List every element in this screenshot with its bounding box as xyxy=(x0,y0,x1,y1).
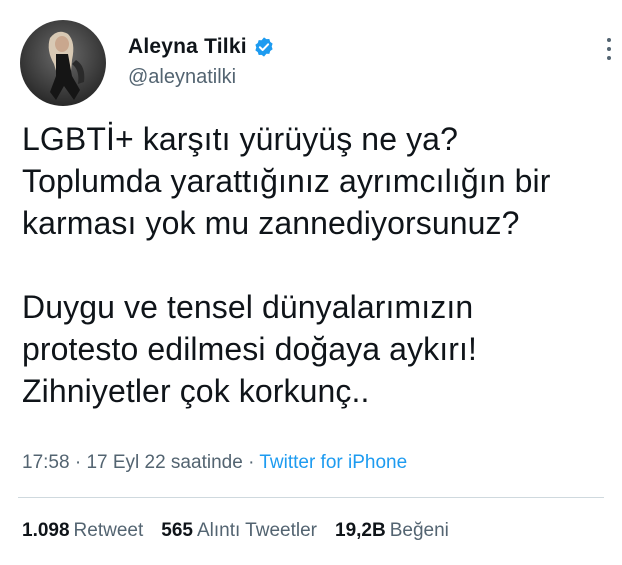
tweet-author: Aleyna Tilki @aleynatilki xyxy=(128,33,275,89)
likes-stat[interactable]: 19,2B Beğeni xyxy=(335,520,449,542)
likes-count: 19,2B xyxy=(335,520,386,541)
quotes-label: Alıntı Tweetler xyxy=(196,520,317,541)
quotes-count: 565 xyxy=(161,520,193,541)
retweets-label: Retweet xyxy=(73,520,144,541)
tweet-card: Aleyna Tilki @aleynatilki LGBTİ+ karşıtı… xyxy=(0,0,622,565)
avatar-image xyxy=(20,20,106,106)
tweet-time[interactable]: 17:58 xyxy=(22,452,70,473)
tweet-metadata: 17:58 · 17 Eyl 22 saatinde · Twitter for… xyxy=(22,452,407,474)
tweet-stats: 1.098 Retweet 565 Alıntı Tweetler 19,2B Beğ… xyxy=(22,520,449,542)
tweet-text-line: protesto edilmesi doğaya aykırı! xyxy=(22,331,477,367)
divider xyxy=(18,497,604,498)
meta-separator: · xyxy=(74,452,82,473)
tweet-text: LGBTİ+ karşıtı yürüyüş ne ya? Toplumda y… xyxy=(22,118,612,412)
meta-separator: · xyxy=(248,452,255,473)
verified-badge-icon xyxy=(253,36,275,58)
avatar[interactable] xyxy=(20,20,106,106)
author-handle[interactable]: @aleynatilki xyxy=(128,66,275,89)
tweet-text-line: Toplumda yarattığınız ayrımcılığın bir xyxy=(22,163,551,199)
retweets-stat[interactable]: 1.098 Retweet xyxy=(22,520,143,542)
retweets-count: 1.098 xyxy=(22,520,70,541)
tweet-text-line: karması yok mu zannediyorsunuz? xyxy=(22,205,520,241)
tweet-text-line: LGBTİ+ karşıtı yürüyüş ne ya? xyxy=(22,121,458,157)
quotes-stat[interactable]: 565 Alıntı Tweetler xyxy=(161,520,317,542)
tweet-text-line: Zihniyetler çok korkunç.. xyxy=(22,373,370,409)
tweet-source-link[interactable]: Twitter for iPhone xyxy=(259,452,407,473)
author-name-row: Aleyna Tilki xyxy=(128,33,275,61)
author-display-name[interactable]: Aleyna Tilki xyxy=(128,35,247,59)
likes-label: Beğeni xyxy=(389,520,449,541)
tweet-date[interactable]: 17 Eyl 22 saatinde xyxy=(86,452,242,473)
more-options-icon[interactable] xyxy=(606,36,612,64)
tweet-text-line: Duygu ve tensel dünyalarımızın xyxy=(22,289,474,325)
